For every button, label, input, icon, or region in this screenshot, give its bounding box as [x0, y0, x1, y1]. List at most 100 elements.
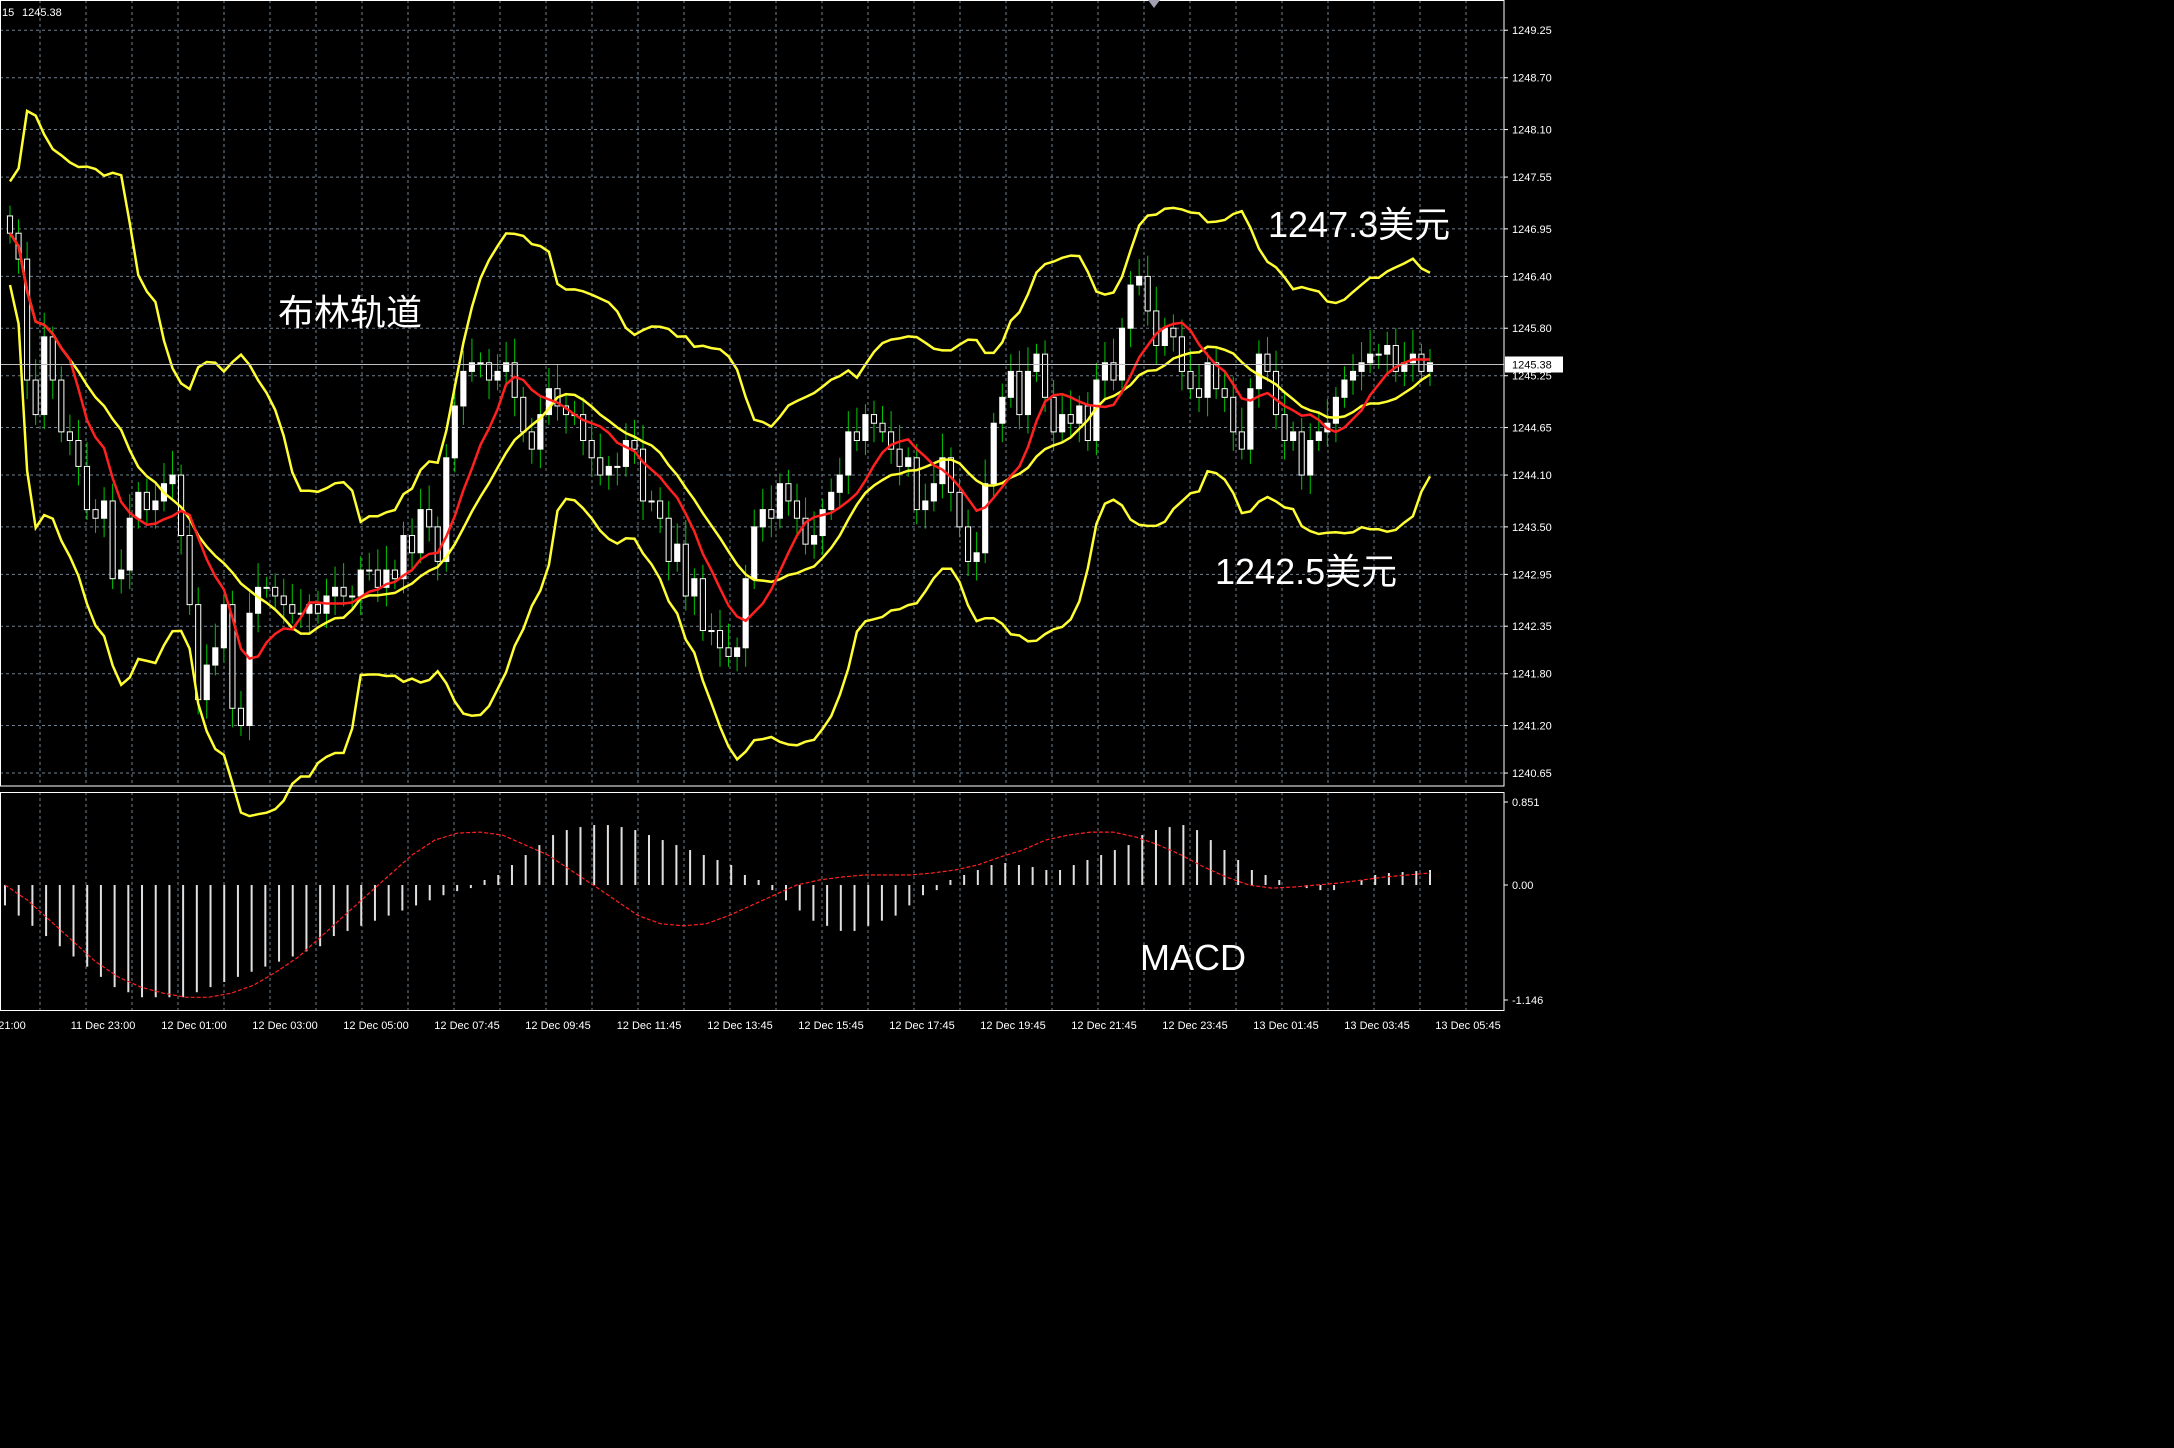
time-tick-label: 12 Dec 05:00	[343, 1020, 408, 1032]
candle-body	[1238, 431, 1245, 450]
candle-body	[1101, 362, 1109, 381]
candle-body	[862, 414, 869, 442]
price-tick-label: 1246.40	[1512, 271, 1552, 283]
time-tick-label: 12 Dec 23:45	[1162, 1020, 1227, 1032]
candle-body	[674, 543, 681, 562]
candle-body	[879, 422, 886, 433]
time-tick-label: 12 Dec 19:45	[980, 1020, 1045, 1032]
candle-body	[699, 578, 706, 632]
candle-body	[973, 552, 980, 562]
candle-body	[751, 526, 758, 580]
candle-body	[1050, 396, 1057, 433]
macd-annotation: MACD	[1140, 937, 1246, 978]
candle-body	[691, 578, 698, 597]
candle-body	[246, 612, 253, 727]
candle-body	[75, 440, 82, 467]
candle-body	[657, 500, 664, 519]
time-tick-label: 12 Dec 03:00	[252, 1020, 317, 1032]
candle-body	[853, 431, 860, 442]
time-tick-label: 11 Dec 23:00	[71, 1020, 136, 1032]
candle-body	[1127, 284, 1134, 329]
time-tick-label: 12 Dec 21:45	[1071, 1020, 1136, 1032]
candle-body	[708, 630, 715, 633]
bollinger-annotation: 布林轨道	[278, 292, 422, 333]
candle-body	[203, 664, 210, 701]
candle-body	[41, 336, 48, 416]
candle-body	[725, 647, 732, 657]
candle-body	[1067, 414, 1074, 424]
candle-body	[118, 569, 125, 580]
header-price-label: 1245.38	[22, 7, 62, 19]
time-tick-label: 13 Dec 03:45	[1344, 1020, 1409, 1032]
candle-body	[1332, 396, 1339, 424]
price-tick-label: 1240.65	[1512, 768, 1552, 780]
time-tick-label: 12 Dec 11:45	[617, 1020, 682, 1032]
candle-body	[1136, 275, 1143, 286]
candle-body	[1307, 440, 1314, 476]
price-tick-label: 1243.50	[1512, 522, 1552, 534]
candle-body	[716, 630, 724, 649]
candle-body	[614, 465, 621, 468]
time-tick-label: 13 Dec 05:45	[1435, 1020, 1500, 1032]
macd-pane-border	[0, 792, 1505, 1011]
candle-body	[734, 647, 741, 657]
candle-body	[922, 500, 929, 511]
candle-body	[639, 448, 647, 502]
candle-body	[101, 500, 108, 519]
candle-body	[990, 422, 997, 485]
price-tick-label: 1242.95	[1512, 569, 1552, 581]
candle-body	[135, 491, 142, 519]
candle-body	[494, 370, 501, 381]
candle-body	[999, 396, 1006, 424]
candle-body	[785, 483, 792, 502]
price-tick-label: 1242.35	[1512, 621, 1552, 633]
candle-body	[349, 595, 356, 598]
candle-body	[1315, 431, 1322, 442]
candle-body	[32, 379, 39, 416]
candle-body	[1016, 370, 1023, 416]
candle-body	[768, 509, 775, 519]
candle-body	[1298, 431, 1305, 476]
price-tick-label: 1241.80	[1512, 669, 1552, 681]
candle-body	[520, 396, 527, 433]
candle-body	[289, 604, 296, 614]
time-tick-label: 12 Dec 17:45	[889, 1020, 954, 1032]
candle-body	[263, 586, 270, 589]
price-tick-label: 1248.10	[1512, 125, 1552, 137]
macd-tick-label: 0.00	[1512, 880, 1533, 892]
candle-body	[776, 483, 783, 519]
candle-body	[742, 578, 749, 649]
candle-body	[485, 362, 493, 381]
macd-tick-label: -1.146	[1512, 995, 1543, 1007]
current-price-tag-label: 1245.38	[1512, 359, 1552, 371]
candle-body	[1059, 414, 1066, 433]
candle-body	[1041, 353, 1049, 398]
fast-ma-line	[8, 232, 1430, 661]
axes: 1249.25 1248.70 1248.10 1247.55 1246.95 1246.…	[0, 25, 1563, 1032]
price-tick-label: 1247.55	[1512, 172, 1552, 184]
candle-body	[366, 569, 373, 572]
candle-body	[1264, 353, 1271, 372]
candle-body	[391, 569, 399, 580]
candle-body	[1195, 388, 1203, 398]
candle-body	[1024, 370, 1032, 416]
candle-body	[1153, 310, 1160, 346]
time-tick-label: 21:00	[0, 1020, 26, 1032]
candle-body	[597, 457, 604, 476]
candle-body	[357, 569, 364, 597]
candle-body	[1349, 370, 1357, 381]
candle-body	[143, 491, 150, 511]
candle-body	[314, 604, 322, 614]
price-tick-label: 1244.10	[1512, 470, 1552, 482]
candle-body	[400, 535, 407, 580]
candle-body	[1384, 344, 1391, 355]
candle-body	[443, 457, 450, 562]
candle-body	[682, 543, 689, 597]
candle-body	[49, 336, 56, 381]
candle-body	[152, 500, 159, 511]
price-tick-label: 1244.65	[1512, 423, 1552, 435]
candle-body	[836, 474, 843, 493]
candle-body	[896, 448, 903, 467]
candle-body	[1187, 370, 1194, 390]
candle-body	[83, 465, 91, 511]
